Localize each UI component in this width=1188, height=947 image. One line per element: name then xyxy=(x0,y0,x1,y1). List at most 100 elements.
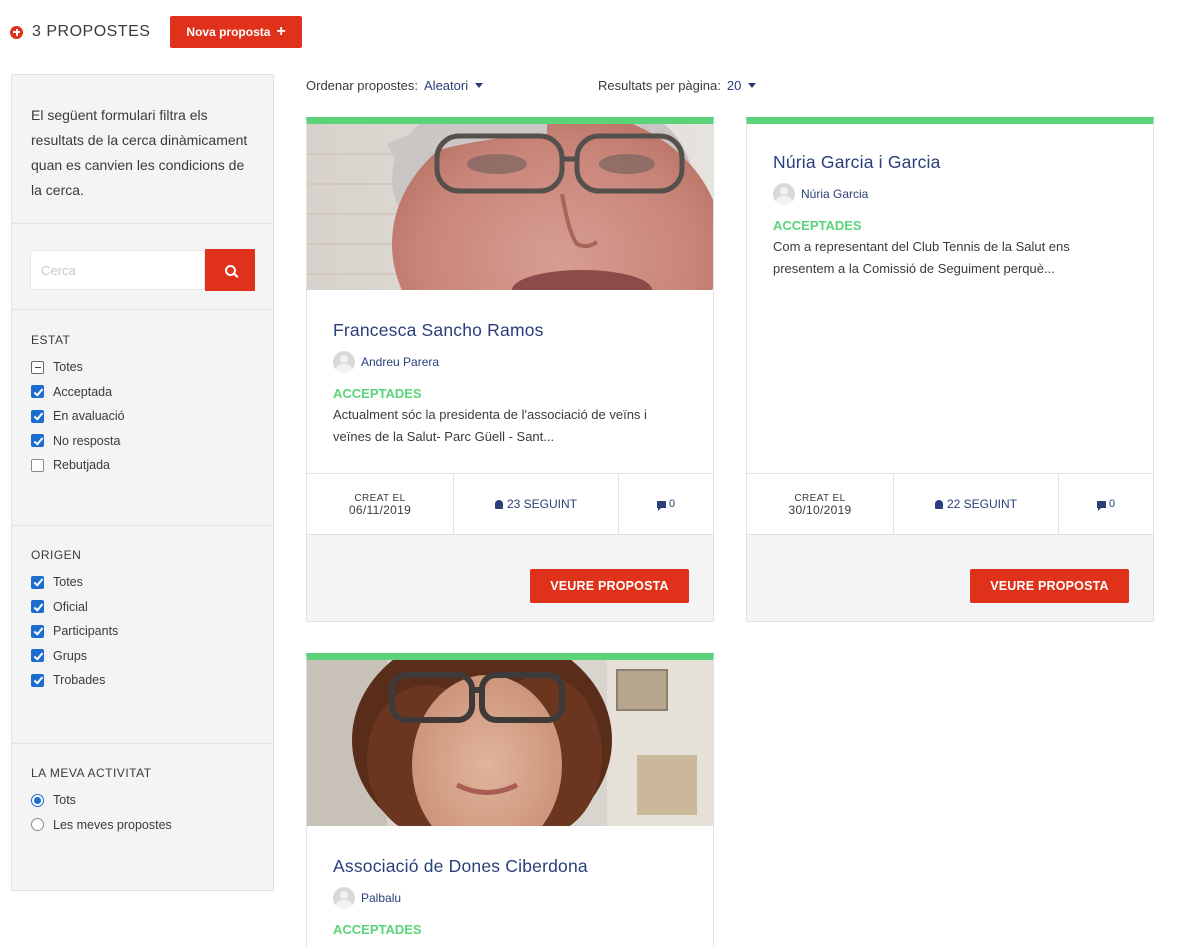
proposal-excerpt: Com a representant del Club Tennis de la… xyxy=(773,239,1070,276)
proposal-photo[interactable] xyxy=(307,124,713,290)
filter-option-totes[interactable]: Totes xyxy=(31,570,254,595)
checkbox-checked[interactable] xyxy=(31,649,44,663)
new-proposal-button[interactable]: Nova proposta + xyxy=(170,16,302,48)
author[interactable]: Andreu Parera xyxy=(333,351,687,373)
filter-option-label: En avaluació xyxy=(53,409,125,424)
checkbox-checked[interactable] xyxy=(31,575,44,589)
search-button[interactable] xyxy=(205,249,255,291)
filter-option-acceptada[interactable]: Acceptada xyxy=(31,380,254,405)
bell-icon xyxy=(934,499,943,509)
follow-count[interactable]: 22 SEGUINT xyxy=(894,474,1059,534)
proposal-photo[interactable] xyxy=(307,660,713,826)
checkbox-indeterminate[interactable] xyxy=(31,360,44,374)
status-badge: ACCEPTADES xyxy=(333,922,422,937)
status-badge: ACCEPTADES xyxy=(773,218,862,233)
followers-label: 23 SEGUINT xyxy=(506,497,578,511)
filter-option-les-meves-propostes[interactable]: Les meves propostes xyxy=(31,813,254,838)
filter-section-title: LA MEVA ACTIVITAT xyxy=(31,766,152,780)
filter-option-label: No resposta xyxy=(53,433,121,448)
avatar xyxy=(333,887,355,909)
checkbox-checked[interactable] xyxy=(31,624,44,638)
follow-count[interactable]: 23 SEGUINT xyxy=(454,474,619,534)
card-stats: CREAT EL 30/10/2019 22 SEGUINT 0 xyxy=(747,473,1153,535)
created-value: 06/11/2019 xyxy=(348,502,412,517)
order-label: Ordenar propostes: xyxy=(306,78,419,93)
proposal-photo-image xyxy=(307,660,713,826)
search-input[interactable]: Cerca xyxy=(30,250,206,290)
caret-down-icon xyxy=(475,83,484,88)
comments-value: 0 xyxy=(668,498,676,510)
filter-section-title: ORIGEN xyxy=(31,548,82,562)
created-label: CREAT EL xyxy=(354,492,406,504)
proposal-title[interactable]: Associació de Dones Ciberdona xyxy=(333,856,687,877)
filter-option-trobades[interactable]: Trobades xyxy=(31,668,254,693)
order-dropdown[interactable]: Aleatori xyxy=(424,78,484,93)
created-date: CREAT EL 30/10/2019 xyxy=(747,474,894,534)
checkbox-checked[interactable] xyxy=(31,385,44,399)
per-page-dropdown[interactable]: 20 xyxy=(727,78,757,93)
comments-count[interactable]: 0 xyxy=(619,474,713,534)
checkbox-unchecked[interactable] xyxy=(31,458,44,472)
filter-option-no-resposta[interactable]: No resposta xyxy=(31,429,254,454)
proposal-excerpt: Actualment sóc la presidenta de l'associ… xyxy=(333,407,647,444)
filter-option-rebutjada[interactable]: Rebutjada xyxy=(31,453,254,478)
comments-value: 0 xyxy=(1108,498,1116,510)
per-page-control: Resultats per pàgina: 20 xyxy=(598,78,757,93)
filter-option-label: Tots xyxy=(53,793,76,808)
card-footer: VEURE PROPOSTA xyxy=(747,535,1153,621)
filter-option-oficial[interactable]: Oficial xyxy=(31,595,254,620)
status-badge: ACCEPTADES xyxy=(333,386,422,401)
author[interactable]: Palbalu xyxy=(333,887,687,909)
view-proposal-button[interactable]: VEURE PROPOSTA xyxy=(970,569,1129,603)
per-page-label: Resultats per pàgina: xyxy=(598,78,721,93)
filter-option-label: Trobades xyxy=(53,673,106,688)
filter-section-activitat: LA MEVA ACTIVITAT Tots Les meves propost… xyxy=(12,744,273,837)
filter-section-title: ESTAT xyxy=(31,333,71,347)
filter-option-label: Grups xyxy=(53,648,88,663)
created-label: CREAT EL xyxy=(794,492,846,504)
plus-icon: + xyxy=(276,23,286,40)
checkbox-checked[interactable] xyxy=(31,434,44,448)
filter-option-label: Participants xyxy=(53,624,119,639)
checkbox-checked[interactable] xyxy=(31,600,44,614)
filter-intro-text: El següent formulari filtra els resultat… xyxy=(12,75,273,224)
created-value: 30/10/2019 xyxy=(788,502,852,517)
radio-selected[interactable] xyxy=(31,793,44,807)
comment-icon xyxy=(1096,500,1106,511)
author-name: Palbalu xyxy=(361,891,402,905)
filter-option-label: Les meves propostes xyxy=(53,817,172,832)
filter-option-totes[interactable]: Totes xyxy=(31,355,254,380)
plus-circle-icon xyxy=(10,25,23,39)
proposal-title[interactable]: Francesca Sancho Ramos xyxy=(333,320,687,341)
filter-option-grups[interactable]: Grups xyxy=(31,644,254,669)
card-footer: VEURE PROPOSTA xyxy=(307,535,713,621)
avatar xyxy=(333,351,355,373)
order-value: Aleatori xyxy=(424,78,469,93)
author-name: Andreu Parera xyxy=(361,355,440,369)
checkbox-checked[interactable] xyxy=(31,409,44,423)
proposals-count-title: 3 PROPOSTES xyxy=(32,23,151,40)
card-body: Núria Garcia i Garcia Núria Garcia ACCEP… xyxy=(747,124,1153,280)
filter-option-en-avaluacio[interactable]: En avaluació xyxy=(31,404,254,429)
proposal-card: Núria Garcia i Garcia Núria Garcia ACCEP… xyxy=(746,117,1154,622)
view-proposal-button[interactable]: VEURE PROPOSTA xyxy=(530,569,689,603)
followers-label: 22 SEGUINT xyxy=(946,497,1018,511)
author[interactable]: Núria Garcia xyxy=(773,183,1127,205)
proposal-card: Associació de Dones Ciberdona Palbalu AC… xyxy=(306,653,714,947)
caret-down-icon xyxy=(748,83,757,88)
card-stats: CREAT EL 06/11/2019 23 SEGUINT 0 xyxy=(307,473,713,535)
comment-icon xyxy=(656,500,666,511)
comments-count[interactable]: 0 xyxy=(1059,474,1153,534)
created-date: CREAT EL 06/11/2019 xyxy=(307,474,454,534)
card-body: Francesca Sancho Ramos Andreu Parera ACC… xyxy=(307,290,713,448)
filter-option-participants[interactable]: Participants xyxy=(31,619,254,644)
filter-section-origen: ORIGEN Totes Oficial Participants Grups … xyxy=(12,526,273,744)
filter-option-label: Rebutjada xyxy=(53,458,110,473)
new-proposal-label: Nova proposta xyxy=(186,25,271,39)
filter-option-tots[interactable]: Tots xyxy=(31,788,254,813)
proposal-title[interactable]: Núria Garcia i Garcia xyxy=(773,152,1127,173)
checkbox-checked[interactable] xyxy=(31,673,44,687)
radio-unselected[interactable] xyxy=(31,818,44,832)
filter-option-label: Oficial xyxy=(53,599,88,614)
proposal-photo-image xyxy=(307,124,713,290)
